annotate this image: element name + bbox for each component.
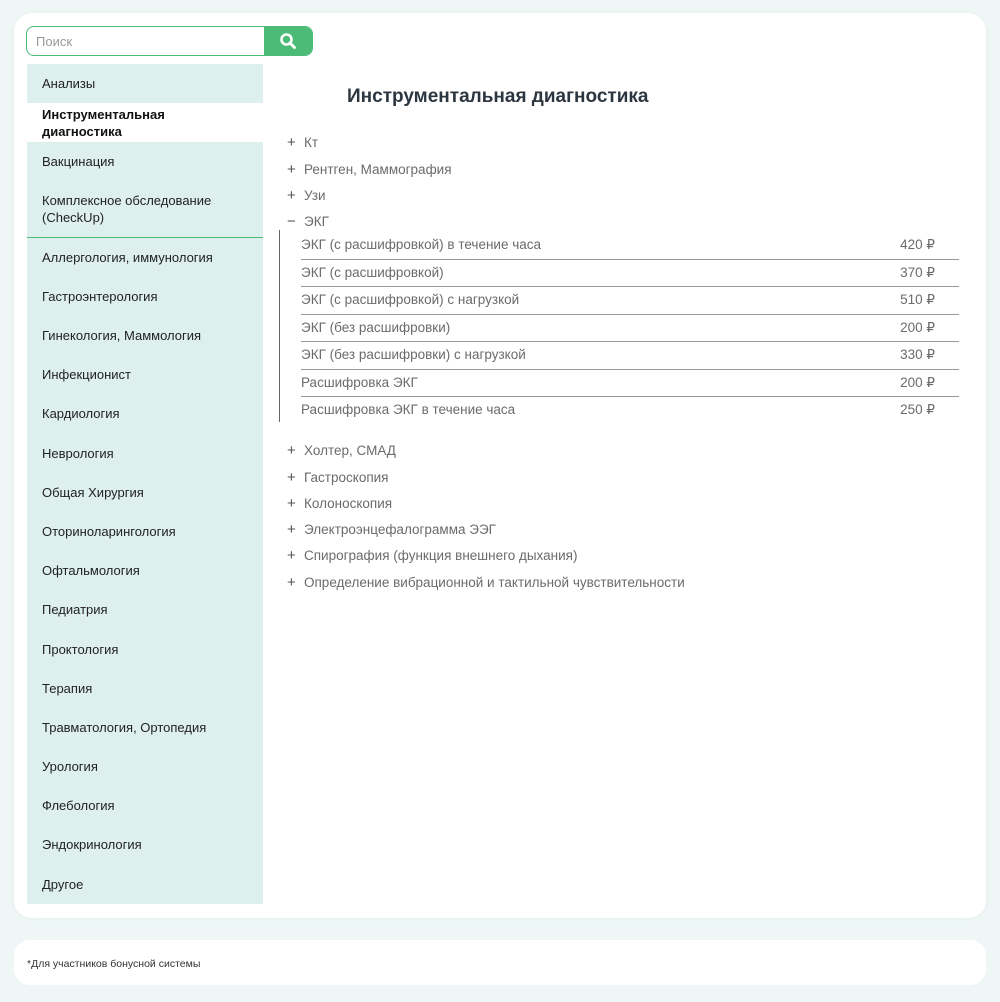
sidebar-item-otolaryngology[interactable]: Оториноларингология <box>27 511 263 552</box>
page-title: Инструментальная диагностика <box>347 86 649 107</box>
category-label: ЭКГ <box>304 213 329 229</box>
service-price: 330 ₽ <box>900 347 935 362</box>
category-label: Холтер, СМАД <box>304 442 396 458</box>
sidebar-item-therapy[interactable]: Терапия <box>27 668 263 708</box>
service-name: Расшифровка ЭКГ <box>301 374 418 390</box>
sidebar: Анализы Инструментальная диагностика Вак… <box>27 64 263 904</box>
category-label: Рентген, Маммография <box>304 161 452 177</box>
service-name: ЭКГ (с расшифровкой) <box>301 264 444 280</box>
sidebar-item-checkup[interactable]: Комплексное обследование (CheckUp) <box>27 181 263 238</box>
sidebar-item-neurology[interactable]: Неврология <box>27 433 263 473</box>
service-price: 420 ₽ <box>900 237 935 252</box>
sidebar-item-allergology[interactable]: Аллергология, иммунология <box>27 237 263 277</box>
service-name: Расшифровка ЭКГ в течение часа <box>301 402 516 417</box>
service-name: ЭКГ (без расшифровки) <box>301 319 451 335</box>
sidebar-item-infectionist[interactable]: Инфекционист <box>27 355 263 395</box>
category-label: Кт <box>304 134 319 150</box>
expand-icon: + <box>287 468 296 486</box>
category-sensitivity[interactable]: + Определение вибрационной и тактильной … <box>287 572 685 592</box>
expand-icon: + <box>287 133 296 151</box>
collapse-icon: − <box>287 212 296 230</box>
sidebar-item-analyses[interactable]: Анализы <box>27 64 263 104</box>
category-colonoscopy[interactable]: + Колоноскопия <box>287 493 392 513</box>
category-label: Узи <box>304 187 326 203</box>
category-ekg[interactable]: − ЭКГ <box>287 211 329 231</box>
sidebar-item-ophthalmology[interactable]: Офтальмология <box>27 551 263 591</box>
expand-icon: + <box>287 573 296 591</box>
service-price: 510 ₽ <box>900 292 935 307</box>
expand-icon: + <box>287 186 296 204</box>
search-bar <box>26 26 313 56</box>
footer-note: *Для участников бонусной системы <box>27 958 201 970</box>
price-row: Расшифровка ЭКГ 200 ₽ <box>301 370 959 397</box>
sidebar-item-cardiology[interactable]: Кардиология <box>27 394 263 434</box>
sidebar-item-pediatrics[interactable]: Педиатрия <box>27 590 263 630</box>
price-row: ЭКГ (с расшифровкой) 370 ₽ <box>301 260 959 287</box>
category-label: Спирография (функция внешнего дыхания) <box>304 547 578 563</box>
service-name: ЭКГ (с расшифровкой) с нагрузкой <box>301 292 520 307</box>
search-button[interactable] <box>264 27 312 55</box>
price-row: ЭКГ (без расшифровки) с нагрузкой 330 ₽ <box>301 342 959 370</box>
sidebar-item-urology[interactable]: Урология <box>27 747 263 787</box>
category-xray[interactable]: + Рентген, Маммография <box>287 159 452 179</box>
expand-icon: + <box>287 494 296 512</box>
category-gastroscopy[interactable]: + Гастроскопия <box>287 467 389 487</box>
search-input[interactable] <box>27 27 264 55</box>
service-price: 370 ₽ <box>900 264 935 280</box>
sidebar-item-endocrinology[interactable]: Эндокринология <box>27 825 263 865</box>
category-label: Колоноскопия <box>304 495 393 511</box>
service-price: 250 ₽ <box>900 402 935 417</box>
expand-icon: + <box>287 160 296 178</box>
price-row: ЭКГ (с расшифровкой) с нагрузкой 510 ₽ <box>301 287 959 315</box>
service-name: ЭКГ (с расшифровкой) в течение часа <box>301 237 542 252</box>
search-icon <box>280 33 296 49</box>
service-price: 200 ₽ <box>900 319 935 335</box>
expand-icon: + <box>287 520 296 538</box>
price-row: Расшифровка ЭКГ в течение часа 250 ₽ <box>301 397 959 425</box>
sidebar-item-instrumental-diagnostics[interactable]: Инструментальная диагностика <box>27 103 263 143</box>
sidebar-item-traumatology[interactable]: Травматология, Ортопедия <box>27 707 263 747</box>
sidebar-item-gynecology[interactable]: Гинекология, Маммология <box>27 315 263 356</box>
category-ct[interactable]: + Кт <box>287 132 318 152</box>
sidebar-item-other[interactable]: Другое <box>27 864 263 904</box>
footer: *Для участников бонусной системы <box>14 940 986 985</box>
sidebar-item-gastroenterology[interactable]: Гастроэнтерология <box>27 276 263 316</box>
sidebar-item-general-surgery[interactable]: Общая Хирургия <box>27 472 263 512</box>
service-name: ЭКГ (без расшифровки) с нагрузкой <box>301 347 526 362</box>
expand-icon: + <box>287 441 296 459</box>
price-row: ЭКГ (без расшифровки) 200 ₽ <box>301 315 959 342</box>
sidebar-item-phlebology[interactable]: Флебология <box>27 786 263 826</box>
category-label: Электроэнцефалограмма ЭЭГ <box>304 521 496 537</box>
sidebar-item-vaccination[interactable]: Вакцинация <box>27 142 263 182</box>
price-row: ЭКГ (с расшифровкой) в течение часа 420 … <box>301 232 959 260</box>
expand-icon: + <box>287 546 296 564</box>
category-label: Гастроскопия <box>304 469 389 485</box>
category-holter[interactable]: + Холтер, СМАД <box>287 440 396 460</box>
ekg-price-list: ЭКГ (с расшифровкой) в течение часа 420 … <box>279 230 959 425</box>
service-price: 200 ₽ <box>900 374 935 390</box>
category-eeg[interactable]: + Электроэнцефалограмма ЭЭГ <box>287 519 496 539</box>
sidebar-item-proctology[interactable]: Проктология <box>27 629 263 669</box>
category-spirography[interactable]: + Спирография (функция внешнего дыхания) <box>287 545 577 565</box>
category-ultrasound[interactable]: + Узи <box>287 185 326 205</box>
category-label: Определение вибрационной и тактильной чу… <box>304 574 685 590</box>
